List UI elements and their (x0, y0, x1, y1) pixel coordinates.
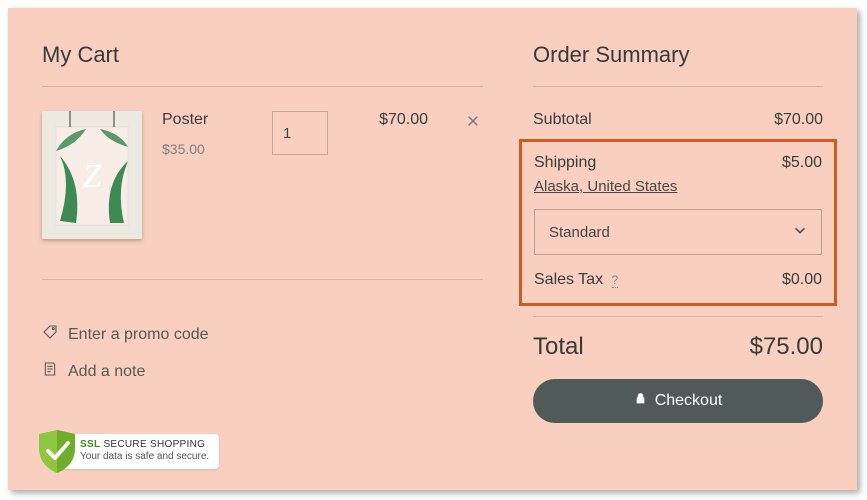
lock-icon (634, 392, 647, 410)
remove-item-button[interactable] (463, 111, 483, 131)
total-value: $75.00 (750, 333, 823, 361)
cart-links: Enter a promo code Add a note (42, 324, 483, 398)
cart-item-row: Z Poster $35.00 $70.00 (42, 111, 483, 239)
tag-icon (42, 324, 58, 345)
promo-code-link[interactable]: Enter a promo code (42, 324, 483, 345)
tax-help-icon[interactable]: ? (612, 273, 619, 288)
tax-value: $0.00 (782, 271, 822, 289)
add-note-link[interactable]: Add a note (42, 361, 483, 382)
divider (533, 86, 823, 87)
subtotal-label: Subtotal (533, 111, 592, 129)
shipping-destination-link[interactable]: Alaska, United States (534, 178, 677, 195)
shipping-method-select[interactable]: Standard (534, 209, 822, 255)
total-label: Total (533, 333, 584, 361)
note-icon (42, 361, 58, 382)
shield-icon (36, 428, 78, 474)
item-unit-price: $35.00 (162, 141, 252, 157)
subtotal-value: $70.00 (774, 111, 823, 129)
cart-title: My Cart (42, 42, 483, 68)
shipping-tax-highlight: Shipping $5.00 Alaska, United States Sta… (519, 139, 837, 306)
add-note-label: Add a note (68, 363, 145, 381)
total-row: Total $75.00 (533, 333, 823, 361)
svg-text:Z: Z (83, 158, 103, 195)
checkout-label: Checkout (655, 392, 723, 410)
cart-column: My Cart (42, 42, 483, 470)
order-summary-column: Order Summary Subtotal $70.00 Shipping $… (533, 42, 823, 470)
tax-label-wrap: Sales Tax ? (534, 271, 618, 289)
quantity-input[interactable] (272, 111, 328, 155)
ssl-badge: SSL SECURE SHOPPING Your data is safe an… (36, 428, 219, 474)
subtotal-row: Subtotal $70.00 (533, 111, 823, 129)
cart-page: My Cart (8, 8, 857, 490)
item-name: Poster (162, 111, 252, 129)
ssl-text: SSL SECURE SHOPPING Your data is safe an… (58, 434, 219, 469)
shipping-row: Shipping $5.00 (534, 154, 822, 172)
shipping-value: $5.00 (782, 154, 822, 172)
shipping-label: Shipping (534, 154, 596, 172)
item-line-total: $70.00 (358, 111, 428, 129)
divider (533, 316, 823, 317)
ssl-line1: SSL SECURE SHOPPING (80, 439, 209, 452)
divider (42, 86, 483, 87)
item-info: Poster $35.00 (162, 111, 252, 157)
divider (42, 279, 483, 280)
order-summary-title: Order Summary (533, 42, 823, 68)
ssl-line2: Your data is safe and secure. (80, 451, 209, 464)
tax-label: Sales Tax (534, 271, 603, 288)
chevron-down-icon (793, 223, 807, 241)
tax-row: Sales Tax ? $0.00 (534, 271, 822, 289)
promo-code-label: Enter a promo code (68, 326, 209, 344)
product-thumbnail[interactable]: Z (42, 111, 142, 239)
shipping-method-value: Standard (549, 224, 610, 241)
checkout-button[interactable]: Checkout (533, 379, 823, 423)
